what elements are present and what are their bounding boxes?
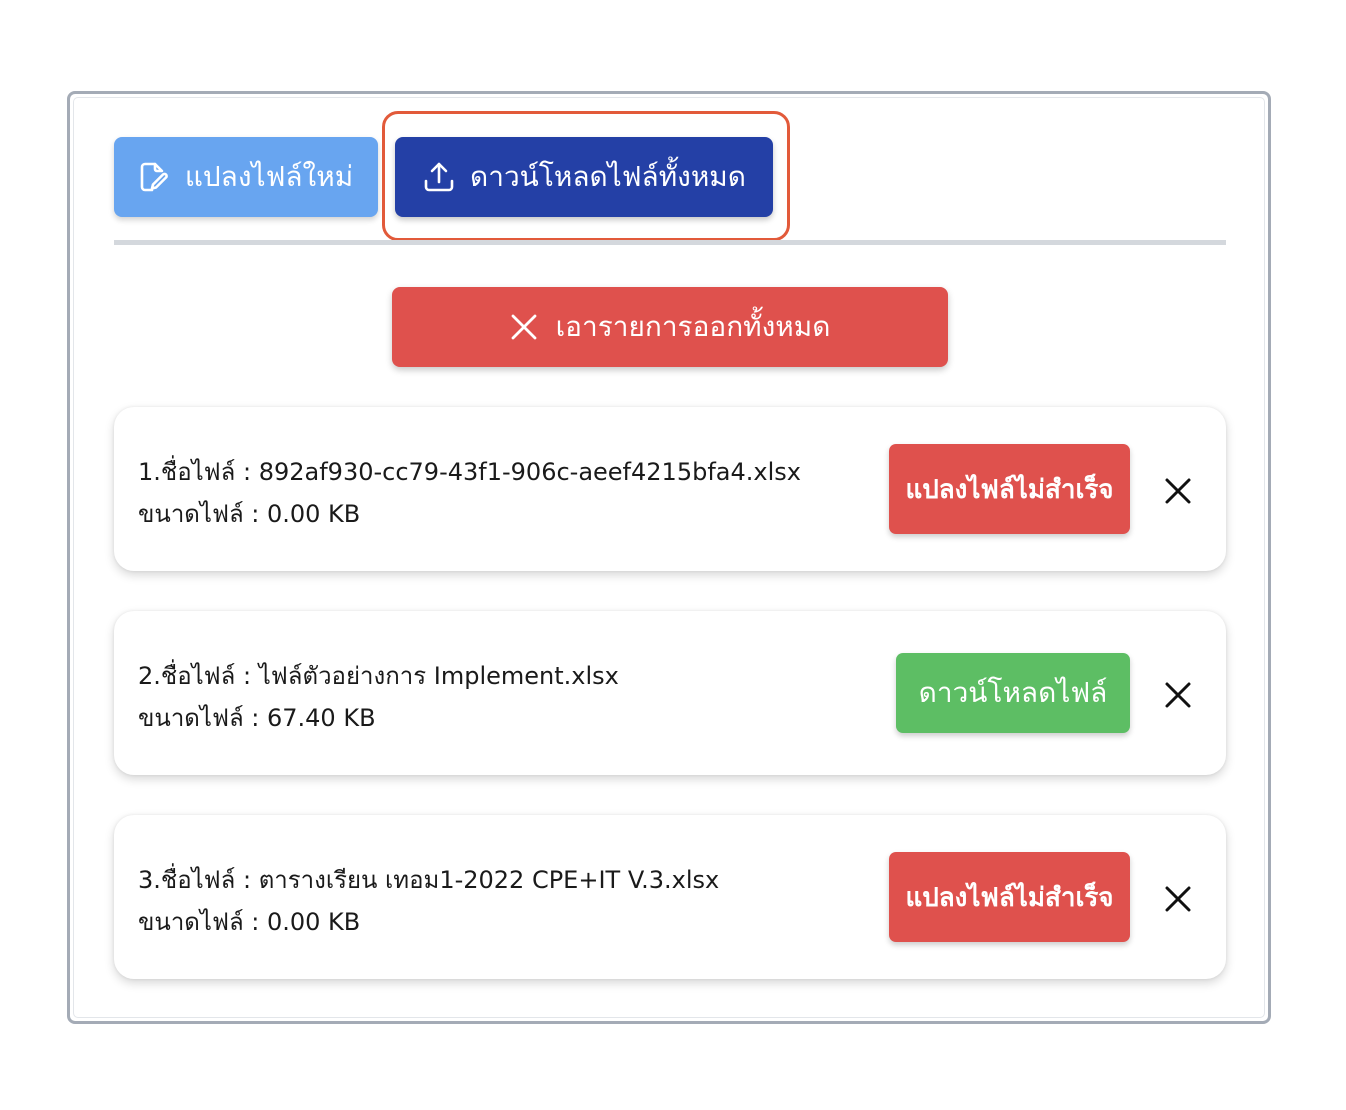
file-size: ขนาดไฟล์ : 0.00 KB — [138, 908, 361, 936]
file-card: 1.ชื่อไฟล์ : 892af930-cc79-43f1-906c-aee… — [114, 407, 1226, 571]
close-icon — [510, 313, 556, 341]
clear-all-button[interactable]: เอารายการออกทั้งหมด — [392, 287, 948, 367]
file-card: 2.ชื่อไฟล์ : ไฟล์ตัวอย่างการ Implement.x… — [114, 611, 1226, 775]
remove-file-button[interactable] — [1160, 881, 1196, 917]
download-file-button[interactable]: ดาวน์โหลดไฟล์ — [896, 653, 1130, 733]
edit-file-icon — [139, 161, 185, 193]
download-all-button-label: ดาวน์โหลดไฟล์ทั้งหมด — [470, 160, 746, 193]
convert-failed-button[interactable]: แปลงไฟล์ไม่สำเร็จ — [889, 444, 1130, 534]
convert-failed-button[interactable]: แปลงไฟล์ไม่สำเร็จ — [889, 852, 1130, 942]
remove-file-button[interactable] — [1160, 473, 1196, 509]
new-file-button[interactable]: แปลงไฟล์ใหม่ — [114, 137, 378, 217]
upload-icon — [422, 160, 470, 194]
file-name: 2.ชื่อไฟล์ : ไฟล์ตัวอย่างการ Implement.x… — [138, 662, 619, 690]
file-card: 3.ชื่อไฟล์ : ตารางเรียน เทอม1-2022 CPE+I… — [114, 815, 1226, 979]
toolbar-divider — [114, 240, 1226, 245]
file-info: 2.ชื่อไฟล์ : ไฟล์ตัวอย่างการ Implement.x… — [138, 655, 619, 739]
clear-all-button-label: เอารายการออกทั้งหมด — [555, 310, 831, 343]
file-name: 3.ชื่อไฟล์ : ตารางเรียน เทอม1-2022 CPE+I… — [138, 866, 720, 894]
file-size: ขนาดไฟล์ : 67.40 KB — [138, 704, 376, 732]
file-info: 3.ชื่อไฟล์ : ตารางเรียน เทอม1-2022 CPE+I… — [138, 859, 719, 943]
file-name: 1.ชื่อไฟล์ : 892af930-cc79-43f1-906c-aee… — [138, 458, 801, 486]
close-icon — [1164, 477, 1192, 505]
download-all-button[interactable]: ดาวน์โหลดไฟล์ทั้งหมด — [395, 137, 773, 217]
file-size: ขนาดไฟล์ : 0.00 KB — [138, 500, 361, 528]
close-icon — [1164, 681, 1192, 709]
file-info: 1.ชื่อไฟล์ : 892af930-cc79-43f1-906c-aee… — [138, 451, 801, 535]
remove-file-button[interactable] — [1160, 677, 1196, 713]
close-icon — [1164, 885, 1192, 913]
new-file-button-label: แปลงไฟล์ใหม่ — [184, 160, 354, 193]
